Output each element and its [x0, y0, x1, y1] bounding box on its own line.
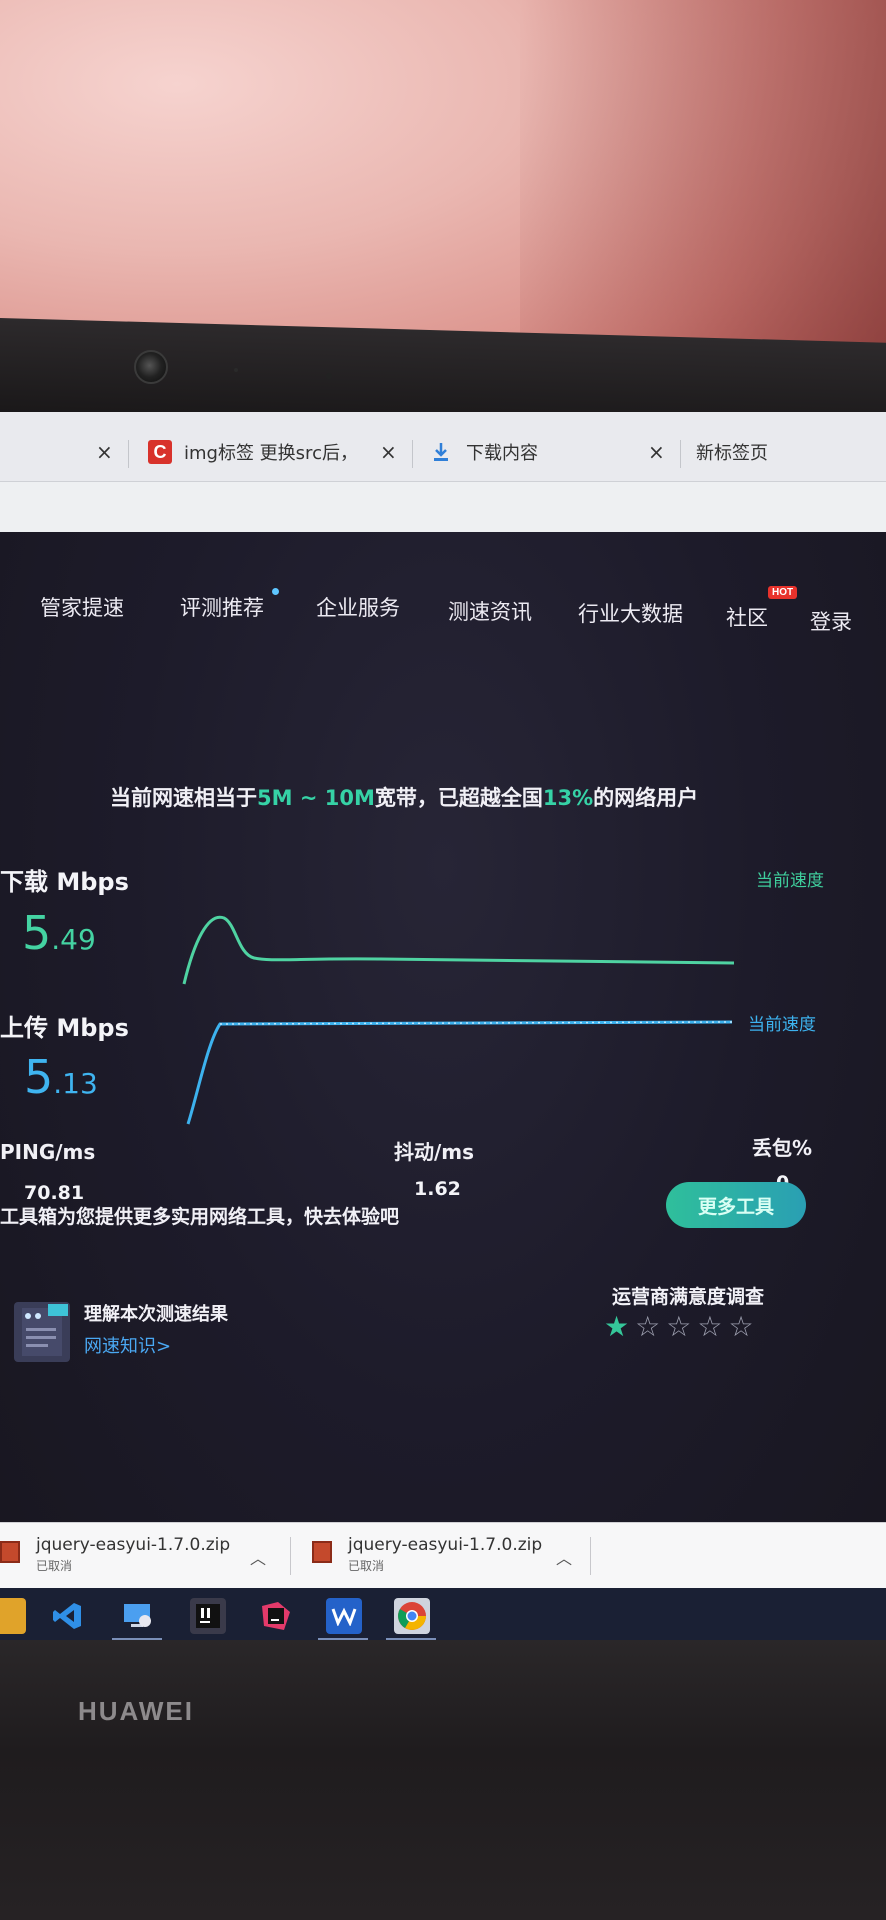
summary-mid: 宽带，已超越全国	[374, 786, 543, 810]
nav-item-login[interactable]: 登录	[810, 606, 852, 636]
download-filename: jquery-easyui-1.7.0.zip	[348, 1535, 543, 1555]
download-separator	[590, 1537, 591, 1575]
rating-stars: ★ ☆ ☆ ☆ ☆	[604, 1312, 754, 1342]
vscode-icon[interactable]	[50, 1598, 86, 1634]
summary-prefix: 当前网速相当于	[110, 786, 257, 810]
tab-separator	[680, 440, 681, 468]
nav-item-enterprise[interactable]: 企业服务	[316, 592, 400, 622]
laptop-bottom-bezel	[0, 1640, 886, 1920]
understand-results-title: 理解本次测速结果	[84, 1304, 228, 1325]
bandwidth-range: 5M ~ 10M	[257, 786, 375, 810]
downloads-bar: jquery-easyui-1.7.0.zip 已取消 ︿ jquery-eas…	[0, 1522, 886, 1588]
ping-label: PING/ms	[0, 1140, 96, 1164]
download-separator	[290, 1537, 291, 1575]
nav-item-news[interactable]: 测速资讯	[448, 596, 532, 626]
file-explorer-icon[interactable]	[0, 1598, 26, 1634]
tab-downloads[interactable]: 下载内容	[430, 432, 538, 472]
tab-label: 新标签页	[696, 443, 768, 464]
csdn-icon: C	[148, 440, 172, 464]
jitter-value: 1.62	[414, 1178, 461, 1200]
zip-file-icon	[0, 1541, 20, 1563]
download-filename: jquery-easyui-1.7.0.zip	[36, 1535, 231, 1555]
download-speed-graph	[182, 915, 735, 985]
upload-label: 上传 Mbps	[0, 1014, 129, 1042]
summary-suffix: 的网络用户	[593, 786, 699, 810]
intellij-ultimate-icon[interactable]	[258, 1598, 294, 1634]
download-item[interactable]: jquery-easyui-1.7.0.zip 已取消 ︿	[0, 1533, 280, 1579]
hot-badge: HOT	[768, 586, 798, 599]
star-2-icon[interactable]: ☆	[635, 1312, 660, 1342]
upload-current-label: 当前速度	[748, 1015, 816, 1035]
remote-desktop-icon[interactable]	[120, 1598, 156, 1634]
download-speed: 5.49	[22, 906, 96, 960]
chevron-up-icon[interactable]: ︿	[556, 1545, 572, 1569]
tab-close-downloads[interactable]: ×	[648, 432, 665, 472]
download-icon	[434, 443, 448, 461]
toolbox-promo: 工具箱为您提供更多实用网络工具，快去体验吧	[0, 1206, 400, 1228]
zip-file-icon	[312, 1541, 332, 1563]
speed-summary: 当前网速相当于5M ~ 10M宽带，已超越全国13%的网络用户	[110, 782, 698, 812]
isp-survey-title: 运营商满意度调查	[612, 1286, 765, 1308]
packet-loss-label: 丢包%	[752, 1136, 813, 1160]
laptop-brand-logo: HUAWEI	[78, 1696, 194, 1726]
upload-speed-graph	[186, 1020, 733, 1125]
tab-label: img标签 更换src后，	[184, 443, 358, 464]
download-speed-int: 5	[22, 906, 52, 960]
tab-close-icon[interactable]: ×	[96, 440, 113, 464]
browser-toolbar	[0, 482, 886, 532]
upload-speed: 5.13	[24, 1050, 98, 1104]
tab-new-tab[interactable]: 新标签页	[696, 432, 768, 472]
tab-previous[interactable]: ×	[96, 432, 113, 472]
chevron-up-icon[interactable]: ︿	[250, 1545, 266, 1569]
fabric-shadow	[520, 0, 886, 380]
document-icon	[14, 1302, 70, 1362]
laptop-screen: × C img标签 更换src后， × 下载内容 × 新标签页 管家提速 评测推	[0, 412, 886, 1642]
download-current-label: 当前速度	[756, 871, 824, 891]
nav-item-boost[interactable]: 管家提速	[40, 592, 124, 622]
download-status: 已取消	[36, 1559, 73, 1573]
nav-item-community[interactable]: 社区	[726, 602, 768, 632]
tab-separator	[412, 440, 413, 468]
ping-value: 70.81	[24, 1182, 85, 1204]
tab-csdn[interactable]: C img标签 更换src后，	[148, 432, 358, 472]
webcam	[134, 350, 168, 384]
star-5-icon[interactable]: ☆	[728, 1312, 753, 1342]
upload-speed-int: 5	[24, 1050, 54, 1104]
star-1-icon[interactable]: ★	[604, 1312, 629, 1342]
upload-speed-line	[186, 1020, 733, 1125]
intellij-icon[interactable]	[190, 1598, 226, 1634]
download-label: 下载 Mbps	[0, 868, 129, 896]
download-item[interactable]: jquery-easyui-1.7.0.zip 已取消 ︿	[312, 1533, 592, 1579]
tab-close-icon[interactable]: ×	[380, 440, 397, 464]
browser-tab-strip: × C img标签 更换src后， × 下载内容 × 新标签页	[0, 412, 886, 482]
camera-light	[326, 373, 332, 379]
download-status: 已取消	[348, 1559, 385, 1573]
upload-speed-dec: .13	[53, 1067, 98, 1100]
speed-knowledge-link[interactable]: 网速知识>	[84, 1332, 171, 1358]
tab-close-icon[interactable]: ×	[648, 440, 665, 464]
star-3-icon[interactable]: ☆	[666, 1312, 691, 1342]
wps-office-icon[interactable]	[326, 1598, 362, 1634]
tab-close-csdn[interactable]: ×	[380, 432, 397, 472]
nav-item-reviews[interactable]: 评测推荐	[180, 592, 264, 622]
download-speed-line	[182, 915, 735, 985]
camera-sensor	[234, 368, 238, 372]
download-speed-dec: .49	[51, 923, 96, 956]
nav-item-big-data[interactable]: 行业大数据	[578, 598, 683, 628]
chrome-icon[interactable]	[394, 1598, 430, 1634]
more-tools-button[interactable]: 更多工具	[666, 1182, 806, 1228]
star-4-icon[interactable]: ☆	[697, 1312, 722, 1342]
percentile-value: 13%	[542, 786, 594, 810]
jitter-label: 抖动/ms	[394, 1140, 475, 1164]
new-indicator-dot	[272, 588, 279, 595]
tab-separator	[128, 440, 129, 468]
windows-taskbar	[0, 1588, 886, 1642]
speedtest-page: 管家提速 评测推荐 企业服务 测速资讯 行业大数据 社区 HOT 登录 当前网速…	[0, 532, 886, 1642]
tab-label: 下载内容	[466, 443, 538, 464]
